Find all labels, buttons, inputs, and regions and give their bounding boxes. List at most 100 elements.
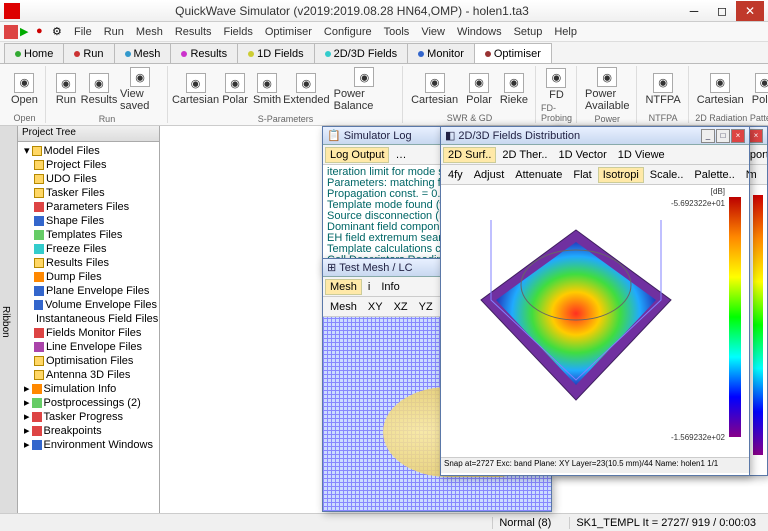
fields-tool-4fy[interactable]: 4fy (443, 167, 468, 183)
fields-tab-2dsurf[interactable]: 2D Surf.. (443, 147, 496, 163)
tree-item[interactable]: Volume Envelope Files (20, 298, 157, 312)
fields-tab-1dviewe[interactable]: 1D Viewe (613, 147, 670, 163)
tree-item[interactable]: ▸Tasker Progress (20, 410, 157, 424)
tree-item[interactable]: Optimisation Files (20, 354, 157, 368)
menu-tools[interactable]: Tools (378, 24, 416, 40)
ribbon-btn-rieke[interactable]: ◉Rieke (497, 72, 531, 107)
fields-tool-attenuate[interactable]: Attenuate (510, 167, 567, 183)
maximize-button[interactable]: ◻ (708, 1, 736, 21)
menu-run[interactable]: Run (98, 24, 130, 40)
mesh-btn-yz[interactable]: YZ (414, 299, 438, 315)
menu-setup[interactable]: Setup (508, 24, 549, 40)
ribbon-btn-cartesian[interactable]: ◉Cartesian (408, 72, 461, 107)
menu-fields[interactable]: Fields (218, 24, 259, 40)
fields-tab-1dvector[interactable]: 1D Vector (553, 147, 611, 163)
tree-item[interactable]: Dump Files (20, 270, 157, 284)
ribbon-btn-smith[interactable]: ◉Smith (252, 72, 282, 107)
fields-tool-scale[interactable]: Scale.. (645, 167, 689, 183)
record-icon[interactable]: ● (36, 25, 50, 39)
tree-item[interactable]: Shape Files (20, 214, 157, 228)
ribbon-tab-results[interactable]: Results (170, 43, 238, 63)
tree-item[interactable]: ▸Postprocessings (2) (20, 396, 157, 410)
ribbon-btn-run[interactable]: ◉Run (51, 72, 81, 107)
menu-windows[interactable]: Windows (451, 24, 508, 40)
tab-log-more[interactable]: … (390, 147, 411, 163)
radpat-tool-updown[interactable]: Up/Down (763, 167, 767, 183)
mesh-tab-info[interactable]: Info (376, 279, 404, 295)
fields-3d-view[interactable]: [dB] -5.692322e+01 -1.569232e+02 (441, 185, 749, 457)
mesh-tab-mesh[interactable]: Mesh (325, 279, 362, 295)
ribbon-tab-run[interactable]: Run (63, 43, 114, 63)
fields-tool-adjust[interactable]: Adjust (469, 167, 510, 183)
tree-item[interactable]: ▸Breakpoints (20, 424, 157, 438)
ribbon-tab-home[interactable]: Home (4, 43, 64, 63)
log-icon: 📋 (327, 129, 341, 142)
mesh-btn-mesh[interactable]: Mesh (325, 299, 362, 315)
ribbon-btn-poweravailable[interactable]: ◉Power Available (582, 66, 632, 113)
fields-tool-flat[interactable]: Flat (568, 167, 596, 183)
tree-item[interactable]: ▸Simulation Info (20, 382, 157, 396)
ribbon-btn-extended[interactable]: ◉Extended (284, 72, 329, 107)
ribbon-btn-polar[interactable]: ◉Polar (463, 72, 495, 107)
tree-item[interactable]: ▸Environment Windows (20, 438, 157, 452)
menu-help[interactable]: Help (548, 24, 583, 40)
close-button[interactable]: ✕ (736, 1, 764, 21)
ribbon-tab-optimiser[interactable]: Optimiser (474, 43, 552, 63)
menu-results[interactable]: Results (169, 24, 218, 40)
menu-view[interactable]: View (415, 24, 451, 40)
qw-icon (4, 25, 18, 39)
ribbon-btn-ntfpa[interactable]: ◉NTFPA (642, 72, 683, 107)
ribbon-btn-cartesian[interactable]: ◉Cartesian (694, 72, 747, 107)
tree-item[interactable]: Line Envelope Files (20, 340, 157, 354)
ribbon-btn-results[interactable]: ◉Results (83, 72, 115, 107)
ribbon-tab-2d3dfields[interactable]: 2D/3D Fields (314, 43, 409, 63)
ribbon-tab-1dfields[interactable]: 1D Fields (237, 43, 314, 63)
tree-item[interactable]: UDO Files (20, 172, 157, 186)
mesh-btn-xz[interactable]: XZ (389, 299, 413, 315)
menu-optimiser[interactable]: Optimiser (259, 24, 318, 40)
tree-item[interactable]: Freeze Files (20, 242, 157, 256)
minimize-button[interactable]: ─ (680, 1, 708, 21)
ribbon-btn-viewsaved[interactable]: ◉View saved (117, 66, 163, 113)
max-icon[interactable]: □ (716, 129, 730, 143)
menu-mesh[interactable]: Mesh (130, 24, 169, 40)
window-title: QuickWave Simulator (v2019:2019.08.28 HN… (24, 4, 680, 18)
ribbon-btn-polar[interactable]: ◉Polar (749, 72, 768, 107)
ribbon-btn-powerbalance[interactable]: ◉Power Balance (331, 66, 398, 113)
tree-item[interactable]: Fields Monitor Files (20, 326, 157, 340)
tree-item[interactable]: Parameters Files (20, 200, 157, 214)
tree-item[interactable]: Instantaneous Field Files (20, 312, 157, 326)
ribbon-btn-fd[interactable]: ◉FD (541, 67, 571, 102)
mesh-icon: ⊞ (327, 261, 336, 274)
tree-item[interactable]: Tasker Files (20, 186, 157, 200)
tab-log-output[interactable]: Log Output (325, 147, 389, 163)
mesh-tab-i[interactable]: i (363, 279, 375, 295)
fields-tool-next[interactable]: Next (741, 167, 749, 183)
fields-tab-2dther[interactable]: 2D Ther.. (497, 147, 552, 163)
simlog-title: Simulator Log (344, 130, 412, 142)
tree-item[interactable]: Project Files (20, 158, 157, 172)
play-icon[interactable]: ▶ (20, 25, 34, 39)
ribbon-btn-cartesian[interactable]: ◉Cartesian (173, 72, 218, 107)
gear-icon[interactable]: ⚙ (52, 25, 66, 39)
close-icon[interactable]: × (749, 129, 763, 143)
ribbon-btn-open[interactable]: ◉Open (8, 72, 41, 107)
status-normal: Normal (8) (492, 517, 557, 529)
fields3d-title: 2D/3D Fields Distribution (458, 130, 580, 142)
tree-item[interactable]: Plane Envelope Files (20, 284, 157, 298)
fields-tool-palette[interactable]: Palette.. (689, 167, 739, 183)
mesh-btn-xy[interactable]: XY (363, 299, 388, 315)
min-icon[interactable]: _ (701, 129, 715, 143)
tree-item[interactable]: Results Files (20, 256, 157, 270)
tree-item[interactable]: Antenna 3D Files (20, 368, 157, 382)
ribbon-collapse-tab[interactable]: Ribbon (0, 126, 18, 513)
close-icon[interactable]: × (731, 129, 745, 143)
ribbon-tab-monitor[interactable]: Monitor (407, 43, 475, 63)
tree-item[interactable]: Templates Files (20, 228, 157, 242)
menu-configure[interactable]: Configure (318, 24, 378, 40)
menu-file[interactable]: File (68, 24, 98, 40)
ribbon-btn-polar[interactable]: ◉Polar (220, 72, 250, 107)
fields-tool-isotropi[interactable]: Isotropi (598, 167, 644, 183)
tree-root[interactable]: ▾Model Files (20, 144, 157, 158)
ribbon-tab-mesh[interactable]: Mesh (114, 43, 172, 63)
